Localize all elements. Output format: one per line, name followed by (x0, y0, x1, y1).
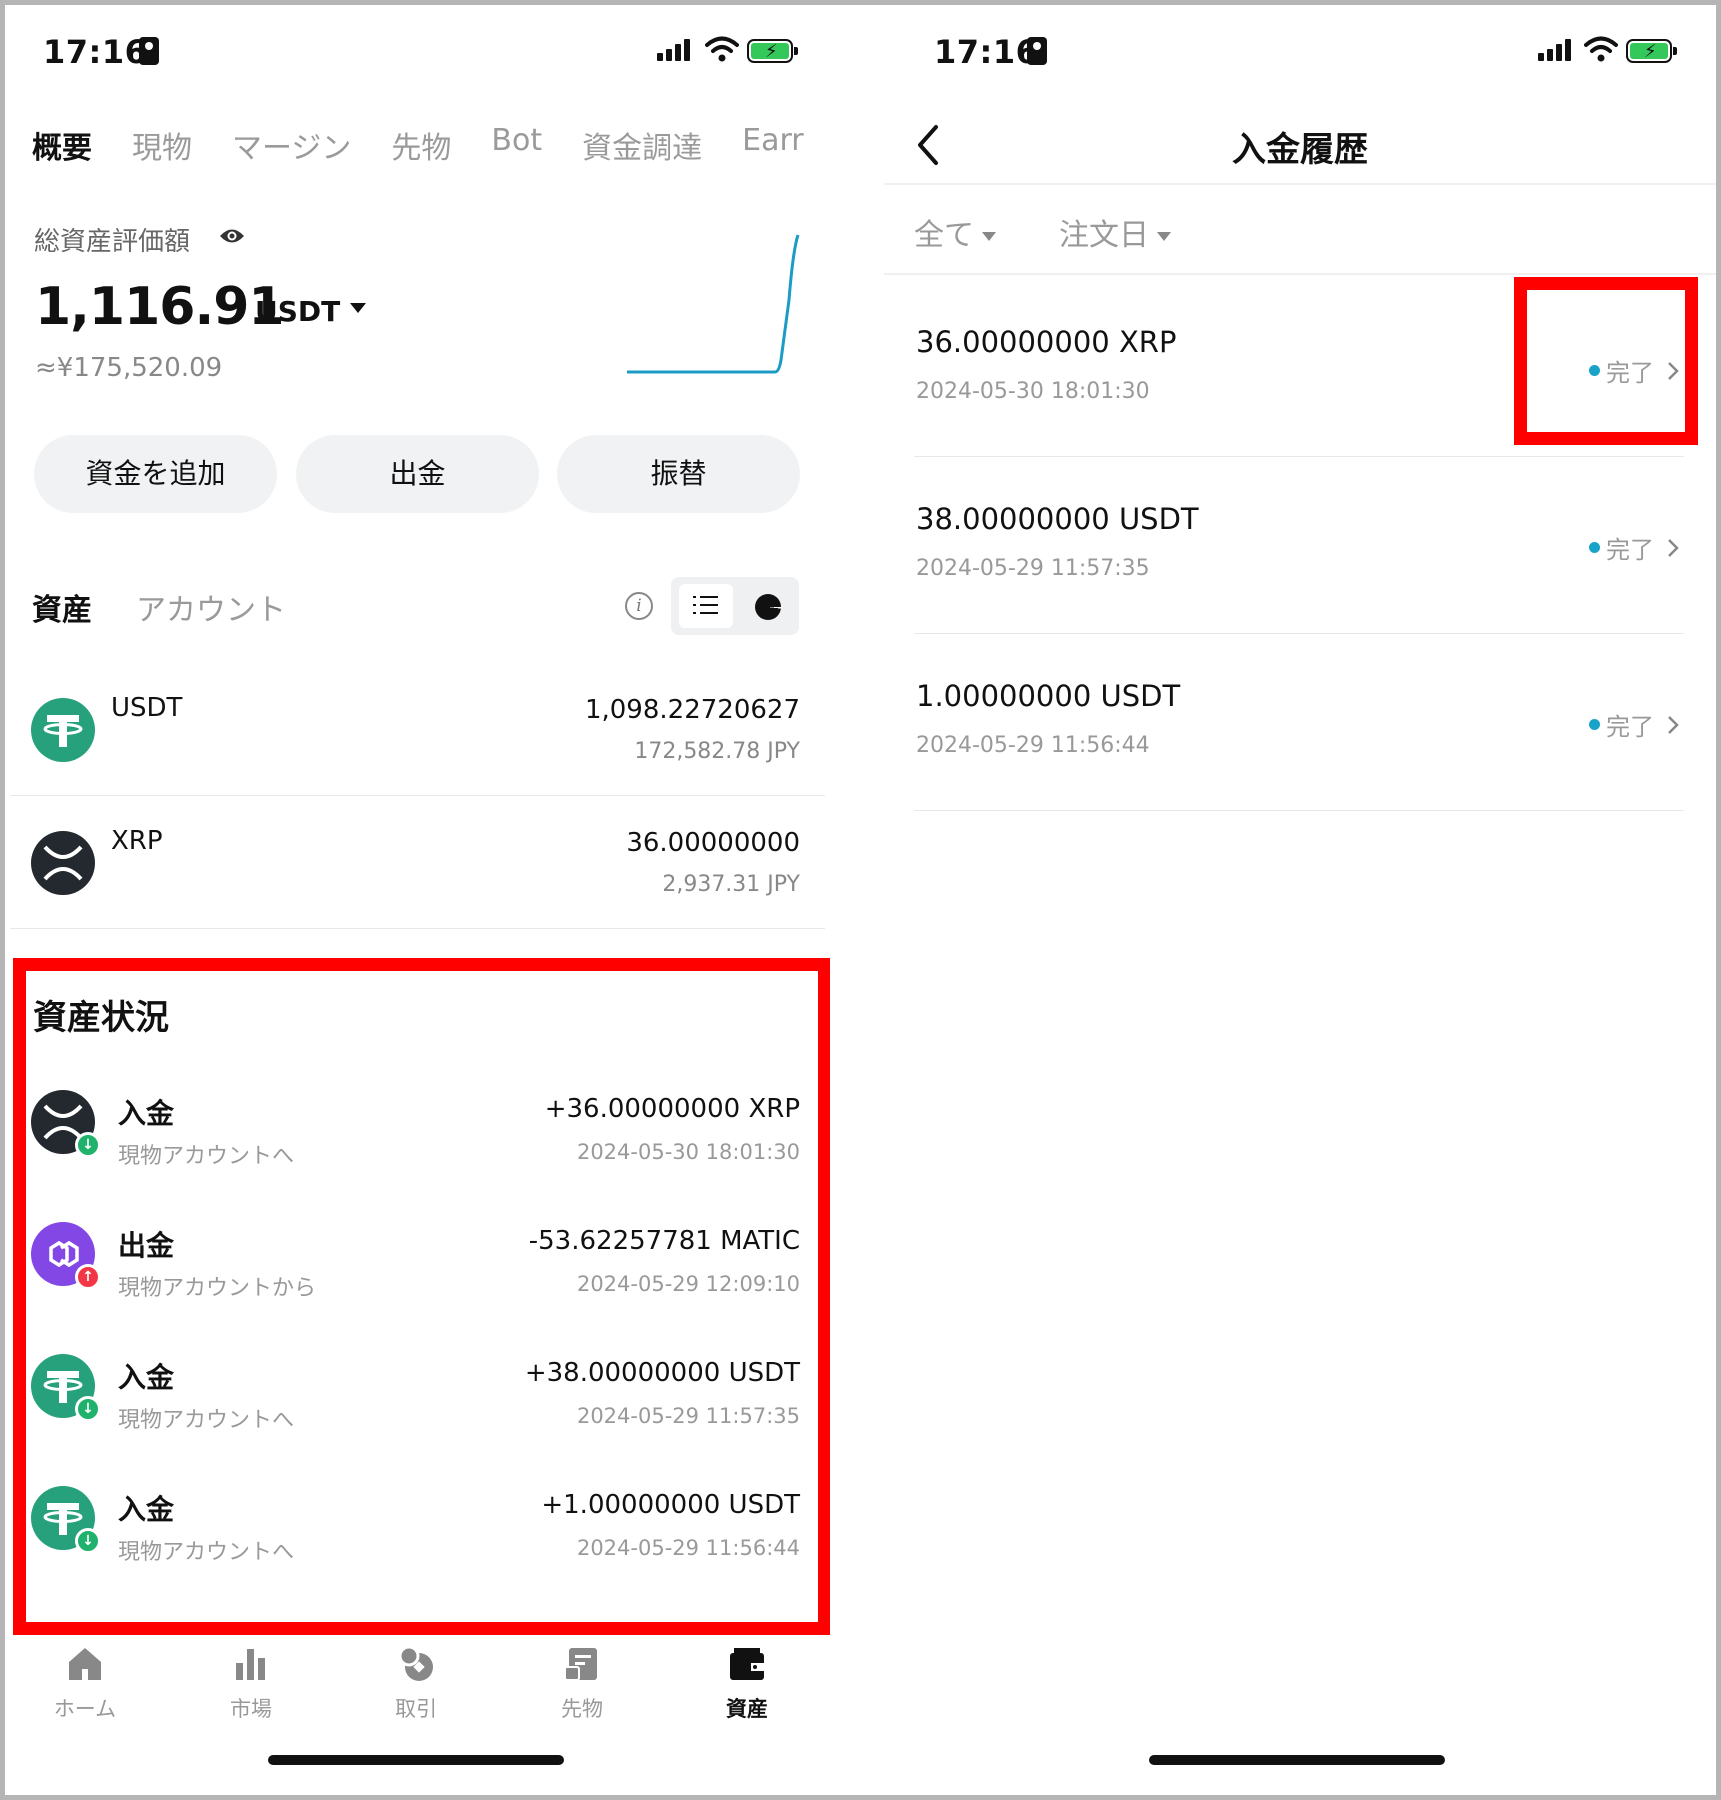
status-label: 完了 (1606, 713, 1654, 741)
deposit-date: 2024-05-29 11:56:44 (916, 733, 1150, 758)
asset-fiat-value: 172,582.78 JPY (634, 739, 800, 764)
assets-overview-screen: 17:16 ⚡ 概要 現物 マージン 先物 Bot 資金調達 Earr 総資産評… (5, 5, 830, 1795)
highlight-box (1514, 277, 1698, 445)
status-bar: 17:16 ⚡ (5, 5, 830, 95)
wifi-icon (1584, 36, 1618, 62)
asset-amount: 36.00000000 (626, 828, 800, 858)
transfer-button[interactable]: 振替 (557, 435, 800, 513)
xrp-icon (31, 831, 95, 895)
battery-icon: ⚡ (747, 39, 798, 63)
filter-label: 注文日 (1059, 218, 1149, 253)
tab-assets[interactable]: 資産 (32, 585, 92, 629)
tab-account[interactable]: アカウント (136, 585, 286, 629)
home-indicator[interactable] (1149, 1755, 1445, 1765)
list-icon (693, 596, 718, 616)
deposit-row[interactable]: 1.00000000 USDT 2024-05-29 11:56:44 完了 (914, 635, 1684, 811)
asset-row-xrp[interactable]: XRP 36.00000000 2,937.31 JPY (5, 796, 830, 928)
status-dot (1589, 719, 1600, 730)
deposit-history-screen: 17:16 ⚡ 入金履歴 全て 注文日 36.00000000 XRP 2024… (884, 5, 1716, 1795)
currency-caret-icon[interactable] (350, 303, 366, 313)
view-toggle (671, 577, 799, 635)
tab-earn[interactable]: Earr (742, 123, 803, 167)
deposit-date: 2024-05-29 11:57:35 (916, 556, 1150, 581)
status-time: 17:16 (43, 33, 148, 71)
filter-all-dropdown[interactable]: 全て (914, 210, 996, 254)
status-time: 17:16 (934, 33, 1039, 71)
deposit-amount: 36.00000000 XRP (916, 325, 1177, 359)
deposit-date: 2024-05-30 18:01:30 (916, 379, 1150, 404)
asset-row-usdt[interactable]: USDT 1,098.22720627 172,582.78 JPY (5, 663, 830, 795)
tab-overview[interactable]: 概要 (32, 123, 92, 167)
divider (884, 183, 1716, 185)
total-assets-value: 1,116.91 (35, 277, 285, 337)
add-funds-button[interactable]: 資金を追加 (34, 435, 277, 513)
total-assets-unit[interactable]: USDT (255, 295, 340, 328)
signal-icon (657, 37, 690, 61)
tab-futures[interactable]: 先物 (391, 123, 451, 167)
caret-down-icon (1157, 232, 1171, 241)
overview-tabs: 概要 現物 マージン 先物 Bot 資金調達 Earr (32, 123, 830, 167)
total-assets-label: 総資産評価額 (34, 227, 191, 257)
deposit-status[interactable]: 完了 (1589, 530, 1680, 565)
battery-icon: ⚡ (1626, 39, 1677, 63)
nav-market[interactable]: 市場 (196, 1645, 306, 1723)
nav-trade[interactable]: 取引 (361, 1645, 471, 1723)
divider (884, 273, 1716, 275)
status-label: 完了 (1606, 536, 1654, 564)
status-bar: 17:16 ⚡ (884, 5, 1716, 95)
deposit-row[interactable]: 38.00000000 USDT 2024-05-29 11:57:35 完了 (914, 458, 1684, 634)
filter-label: 全て (914, 218, 974, 253)
divider (10, 928, 825, 929)
chevron-right-icon (1668, 538, 1679, 557)
list-view-button[interactable] (679, 584, 733, 628)
id-badge-icon (139, 37, 159, 65)
asset-fiat-value: 2,937.31 JPY (662, 872, 800, 897)
wallet-icon (730, 1648, 764, 1680)
tab-bot[interactable]: Bot (491, 123, 542, 167)
balance-sparkline (627, 234, 800, 374)
tab-margin[interactable]: マージン (232, 123, 351, 167)
chevron-right-icon (1668, 715, 1679, 734)
asset-symbol: XRP (111, 826, 163, 856)
market-icon (236, 1649, 265, 1680)
highlight-box (13, 958, 830, 1635)
pie-chart-icon[interactable] (755, 594, 781, 620)
asset-amount: 1,098.22720627 (584, 695, 800, 725)
id-badge-icon (1027, 37, 1047, 65)
status-dot (1589, 542, 1600, 553)
total-assets-jpy: ≈¥175,520.09 (35, 353, 223, 383)
eye-icon[interactable] (219, 227, 245, 245)
tether-icon (31, 698, 95, 762)
withdraw-button[interactable]: 出金 (296, 435, 539, 513)
home-icon (69, 1648, 101, 1680)
nav-home[interactable]: ホーム (30, 1645, 140, 1723)
tab-funding[interactable]: 資金調達 (582, 123, 702, 167)
nav-futures[interactable]: 先物 (527, 1645, 637, 1723)
signal-icon (1538, 37, 1571, 61)
bottom-navigation: ホーム 市場 取引 先物 資産 (5, 1645, 830, 1735)
deposit-amount: 1.00000000 USDT (916, 679, 1181, 713)
page-title: 入金履歴 (1232, 130, 1368, 170)
asset-symbol: USDT (111, 693, 183, 723)
caret-down-icon (982, 232, 996, 241)
info-icon[interactable]: i (625, 592, 653, 620)
futures-icon (564, 1648, 597, 1681)
wifi-icon (705, 36, 739, 62)
deposit-amount: 38.00000000 USDT (916, 502, 1199, 536)
nav-assets[interactable]: 資産 (692, 1645, 802, 1723)
tab-spot[interactable]: 現物 (132, 123, 192, 167)
home-indicator[interactable] (268, 1755, 564, 1765)
filter-date-dropdown[interactable]: 注文日 (1059, 210, 1171, 254)
trade-icon (398, 1645, 433, 1681)
deposit-status[interactable]: 完了 (1589, 707, 1680, 742)
